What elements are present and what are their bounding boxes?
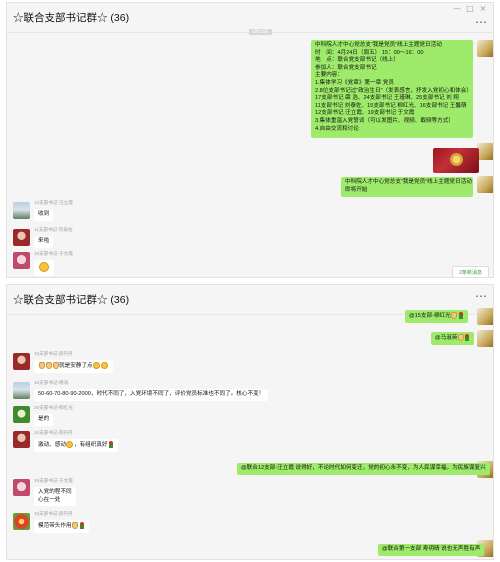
outgoing-message-notice[interactable]: 中科院人才中心党总支“我是党员”线上主题党日活动 时 间：4月24日（周五） 1… — [311, 40, 473, 138]
avatar[interactable] — [477, 143, 493, 160]
outgoing-message[interactable]: @联合第一支部 寿玥晴 说也无声胜有声 — [378, 544, 485, 556]
more-options-icon[interactable]: ⋯ — [475, 290, 487, 302]
thumbs-up-icon — [72, 522, 79, 529]
sender-name: 19支部书记-于文霞 — [34, 478, 73, 483]
avatar[interactable] — [477, 176, 493, 193]
incoming-message[interactable]: 就是安静了点 — [34, 360, 113, 373]
avatar[interactable] — [13, 431, 30, 448]
chat-window-top: ☆联合支部书记群☆ (36) — □ × ⋯ 4月23日 中科院人才中心党总支“… — [6, 2, 494, 278]
grin-emoji-icon — [93, 362, 101, 369]
sender-name: 12支部书记-汪立霞 — [34, 200, 73, 205]
avatar[interactable] — [13, 202, 30, 219]
incoming-message[interactable]: 50-60-70-80-90-2000，时代不同了，入党环境不同了，评价党员标准… — [34, 389, 269, 401]
new-messages-button[interactable]: 2条新消息 — [452, 266, 489, 277]
avatar[interactable] — [13, 479, 30, 496]
chat-title: ☆联合支部书记群☆ (36) — [13, 294, 130, 306]
thumbs-up-icon — [38, 362, 45, 369]
sender-name: 11支部书记-刘泰佐 — [34, 227, 73, 232]
grin-emoji-icon — [101, 362, 109, 369]
more-options-icon[interactable]: ⋯ — [475, 16, 487, 28]
date-separator: 4月23日 — [249, 29, 272, 35]
avatar[interactable] — [477, 40, 493, 57]
rose-emoji-icon — [79, 522, 84, 529]
rose-emoji-icon — [465, 334, 470, 341]
close-icon[interactable]: × — [477, 4, 489, 13]
outgoing-message[interactable]: @联合12支部-汪立霞 说得好，不论时代如何变迁，党的初心永不变，为人民谋幸福，… — [237, 463, 490, 475]
party-emblem-icon — [450, 153, 463, 166]
happy-emoji-icon — [66, 441, 74, 448]
incoming-message[interactable]: 是的 — [34, 414, 54, 426]
smile-emoji-icon — [39, 262, 49, 272]
chat-window-bottom: ☆联合支部书记群☆ (36) ⋯ @15支部-柳红光 @马淑英 16支部书记-薛… — [6, 284, 494, 560]
incoming-message[interactable]: 入党的程不同 心在一处 — [34, 487, 76, 507]
sender-name: 24支部书记-薛丹丹 — [34, 430, 73, 435]
outgoing-message[interactable]: @15支部-柳红光 — [405, 310, 468, 323]
avatar[interactable] — [13, 382, 30, 399]
incoming-message[interactable]: 激动、感动 ，有组织真好 — [34, 439, 118, 452]
image-message[interactable] — [433, 148, 479, 173]
incoming-message[interactable]: 模范带头作用 — [34, 520, 89, 533]
avatar[interactable] — [477, 330, 493, 347]
incoming-message[interactable]: 来啦 — [34, 236, 54, 248]
outgoing-message-start[interactable]: 中科院人才中心党总支“我是党员”线上主题党日活动 即将开始 — [341, 177, 473, 197]
outgoing-message[interactable]: @马淑英 — [431, 332, 475, 345]
chat-title: ☆联合支部书记群☆ (36) — [13, 12, 130, 24]
sender-name: 16支部书记-杨涛 — [34, 380, 69, 385]
avatar[interactable] — [13, 513, 30, 530]
avatar[interactable] — [13, 406, 30, 423]
fist-emoji-icon — [451, 312, 458, 319]
avatar[interactable] — [13, 252, 30, 269]
thumbs-up-icon — [45, 362, 52, 369]
rose-emoji-icon — [458, 312, 463, 319]
sender-name: 16支部书记-薛丹丹 — [34, 511, 73, 516]
sender-name: 16支部书记-薛丹丹 — [34, 351, 73, 356]
thumbs-up-icon — [52, 362, 59, 369]
sender-name: 20支部书记-柳红光 — [34, 405, 73, 410]
avatar[interactable] — [13, 353, 30, 370]
minimize-icon[interactable]: — — [451, 4, 463, 13]
fist-emoji-icon — [457, 334, 464, 341]
incoming-message[interactable]: 收到 — [34, 209, 54, 221]
maximize-icon[interactable]: □ — [464, 4, 476, 13]
sender-name: 19支部书记-于文霞 — [34, 251, 73, 256]
avatar[interactable] — [13, 229, 30, 246]
rose-emoji-icon — [108, 441, 113, 448]
avatar[interactable] — [477, 308, 493, 325]
